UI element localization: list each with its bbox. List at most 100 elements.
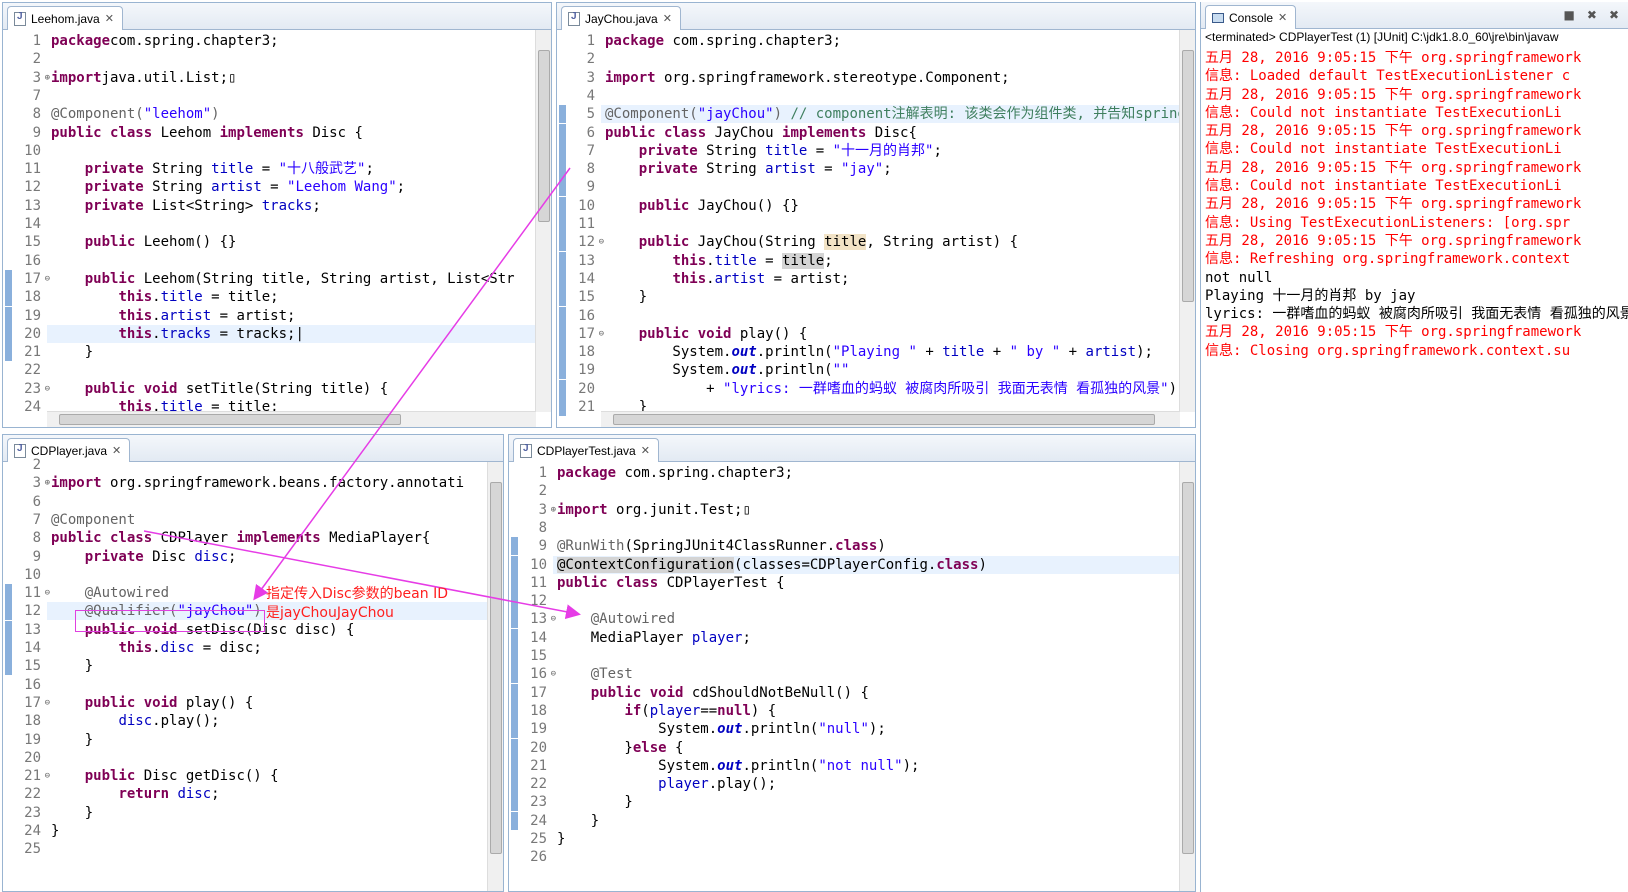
code-area[interactable]: package com.spring.chapter3; import org.s…: [601, 32, 1179, 411]
code-line[interactable]: disc.play();: [51, 712, 219, 730]
scroll-thumb[interactable]: [613, 414, 1155, 425]
code-line[interactable]: public void play() {: [605, 325, 808, 343]
scroll-thumb[interactable]: [538, 50, 550, 222]
tab-leehom-java[interactable]: Leehom.java ✕: [7, 6, 123, 30]
tab-console[interactable]: Console ✕: [1205, 5, 1297, 29]
code-token: this: [118, 325, 153, 342]
code-line[interactable]: @RunWith(SpringJUnit4ClassRunner.class): [557, 537, 886, 555]
code-line[interactable]: }: [51, 657, 93, 675]
code-line[interactable]: }: [51, 731, 93, 749]
code-line[interactable]: this.title = title;: [605, 252, 833, 270]
cdplayertest-code-editor[interactable]: 1 2 3 ⊕ 8 9 10 11 12 13 ⊖ 14 15 16 ⊖ 17 18 19 20 21 22 23 24 25…: [509, 462, 1195, 891]
code-line[interactable]: public void setTitle(String title) {: [51, 380, 388, 398]
close-tab-icon[interactable]: ✕: [641, 444, 650, 457]
code-line[interactable]: this.title = title;: [51, 288, 278, 306]
code-line[interactable]: this.artist = artist;: [51, 307, 295, 325]
scroll-thumb[interactable]: [59, 414, 401, 425]
code-line[interactable]: @Component("jayChou") // component注解表明: …: [601, 105, 1179, 124]
jaychou-code-editor[interactable]: 1 2 3 4 5 6 7 8 9 10 11 12 ⊖ 13 14 15 16 17 ⊖ 18 19 20 21 pack…: [557, 30, 1195, 427]
code-line[interactable]: System.out.println("Playing " + title + …: [605, 343, 1153, 361]
code-line[interactable]: public class CDPlayer implements MediaPl…: [51, 529, 430, 547]
code-line[interactable]: this.artist = artist;: [605, 270, 849, 288]
code-line[interactable]: private String title = "十八般武艺";: [51, 160, 374, 178]
code-line[interactable]: }: [605, 288, 647, 306]
code-line[interactable]: private List<String> tracks;: [51, 197, 321, 215]
code-line[interactable]: player.play();: [557, 775, 776, 793]
code-line[interactable]: private String artist = "Leehom Wang";: [51, 178, 405, 196]
leehom-code-editor[interactable]: 1 2 3 ⊕ 7 8 9 10 11 12 13 14 15 16 17 ⊖ 18 19 20 21 22 23 ⊖ 24 …: [3, 30, 551, 427]
code-line[interactable]: private String artist = "jay";: [605, 160, 892, 178]
vertical-scrollbar[interactable]: [535, 30, 551, 412]
horizontal-scrollbar[interactable]: [47, 411, 536, 427]
code-line[interactable]: public JayChou() {}: [605, 197, 799, 215]
code-line[interactable]: MediaPlayer player;: [557, 629, 751, 647]
code-line[interactable]: }else {: [557, 739, 683, 757]
code-line[interactable]: private Disc disc;: [51, 548, 237, 566]
console-output[interactable]: 五月 28, 2016 9:05:15 下午 org.springframewo…: [1205, 49, 1628, 360]
code-token: out: [731, 362, 757, 379]
code-line[interactable]: public Leehom() {}: [51, 233, 237, 251]
code-area[interactable]: packagecom.spring.chapter3; importjava.ut…: [47, 32, 535, 411]
console-line: 信息: Could not instantiate TestExecutionL…: [1205, 141, 1562, 158]
code-line[interactable]: this.tracks = tracks;|: [47, 324, 535, 343]
code-line[interactable]: if(player==null) {: [557, 702, 776, 720]
code-line[interactable]: }: [51, 822, 59, 840]
scroll-thumb[interactable]: [1182, 482, 1194, 854]
code-line[interactable]: public class Leehom implements Disc {: [51, 124, 363, 142]
horizontal-scrollbar[interactable]: [601, 411, 1180, 427]
vertical-scrollbar[interactable]: [487, 462, 503, 891]
code-line[interactable]: import org.springframework.stereotype.Co…: [605, 69, 1010, 87]
code-line[interactable]: public Leehom(String title, String artis…: [51, 270, 515, 288]
scroll-thumb[interactable]: [490, 482, 502, 854]
close-tab-icon[interactable]: ✕: [663, 12, 672, 25]
code-line[interactable]: System.out.println("": [605, 361, 849, 379]
code-line[interactable]: @Autowired: [51, 584, 169, 602]
scroll-thumb[interactable]: [1182, 50, 1194, 302]
code-line[interactable]: }: [557, 812, 599, 830]
close-tab-icon[interactable]: ✕: [112, 444, 121, 457]
code-line[interactable]: public class CDPlayerTest {: [557, 574, 785, 592]
close-tab-icon[interactable]: ✕: [105, 12, 114, 25]
code-line[interactable]: this.disc = disc;: [51, 639, 261, 657]
tab-jaychou-java[interactable]: JayChou.java ✕: [561, 6, 681, 30]
code-line[interactable]: }: [557, 830, 565, 848]
terminate-icon[interactable]: ■: [1564, 8, 1575, 22]
code-line[interactable]: packagecom.spring.chapter3;: [51, 32, 279, 50]
code-line[interactable]: @ContextConfiguration(classes=CDPlayerCo…: [553, 555, 1179, 574]
code-line[interactable]: public JayChou(String title, String arti…: [605, 233, 1018, 251]
line-number-text: 16: [578, 307, 595, 324]
code-line[interactable]: }: [557, 793, 632, 811]
code-line[interactable]: package com.spring.chapter3;: [605, 32, 841, 50]
code-area[interactable]: package com.spring.chapter3; import org.j…: [553, 464, 1179, 875]
code-line[interactable]: this.title = title;: [51, 398, 278, 411]
tab-cdplayertest-java[interactable]: CDPlayerTest.java ✕: [513, 438, 659, 462]
code-line[interactable]: }: [51, 804, 93, 822]
code-line[interactable]: }: [51, 343, 93, 361]
code-line[interactable]: System.out.println("null");: [557, 720, 886, 738]
code-line[interactable]: private String title = "十一月的肖邦";: [605, 142, 942, 160]
code-line[interactable]: @Test: [557, 665, 633, 683]
code-line[interactable]: public void cdShouldNotBeNull() {: [557, 684, 869, 702]
remove-all-icon[interactable]: ✖: [1609, 8, 1619, 22]
code-line[interactable]: }: [605, 398, 647, 411]
code-line[interactable]: public Disc getDisc() {: [51, 767, 279, 785]
code-line[interactable]: import org.springframework.beans.factory…: [51, 474, 464, 492]
close-tab-icon[interactable]: ✕: [1278, 11, 1287, 24]
code-line[interactable]: import org.junit.Test;▯: [557, 501, 751, 519]
code-area[interactable]: import org.springframework.beans.factory…: [47, 464, 487, 875]
code-line[interactable]: @Component("leehom"): [51, 105, 220, 123]
code-line[interactable]: public class JayChou implements Disc{: [605, 124, 917, 142]
code-line[interactable]: return disc;: [51, 785, 219, 803]
remove-launch-icon[interactable]: ✖: [1587, 8, 1597, 22]
code-line[interactable]: System.out.println("not null");: [557, 757, 919, 775]
code-line[interactable]: importjava.util.List;▯: [51, 69, 236, 87]
code-line[interactable]: @Autowired: [557, 610, 675, 628]
code-line[interactable]: + "lyrics: 一群嗜血的蚂蚁 被腐肉所吸引 我面无表情 看孤独的风景")…: [605, 380, 1179, 398]
code-line[interactable]: @Component: [51, 511, 135, 529]
line-number-gutter: 1 2 3 ⊕ 7 8 9 10 11 12 13 14 15 16 17 ⊖ 18 19 20 21 22 23 ⊖ 24: [3, 30, 50, 427]
code-line[interactable]: public void play() {: [51, 694, 254, 712]
code-line[interactable]: package com.spring.chapter3;: [557, 464, 793, 482]
vertical-scrollbar[interactable]: [1179, 462, 1195, 891]
cdplayer-code-editor[interactable]: 2 3 ⊕ 6 7 8 9 10 11 ⊖ 12 13 14 15 16 17 ⊖ 18 19 20 21 ⊖ 22 23 24…: [3, 457, 503, 891]
vertical-scrollbar[interactable]: [1179, 30, 1195, 412]
